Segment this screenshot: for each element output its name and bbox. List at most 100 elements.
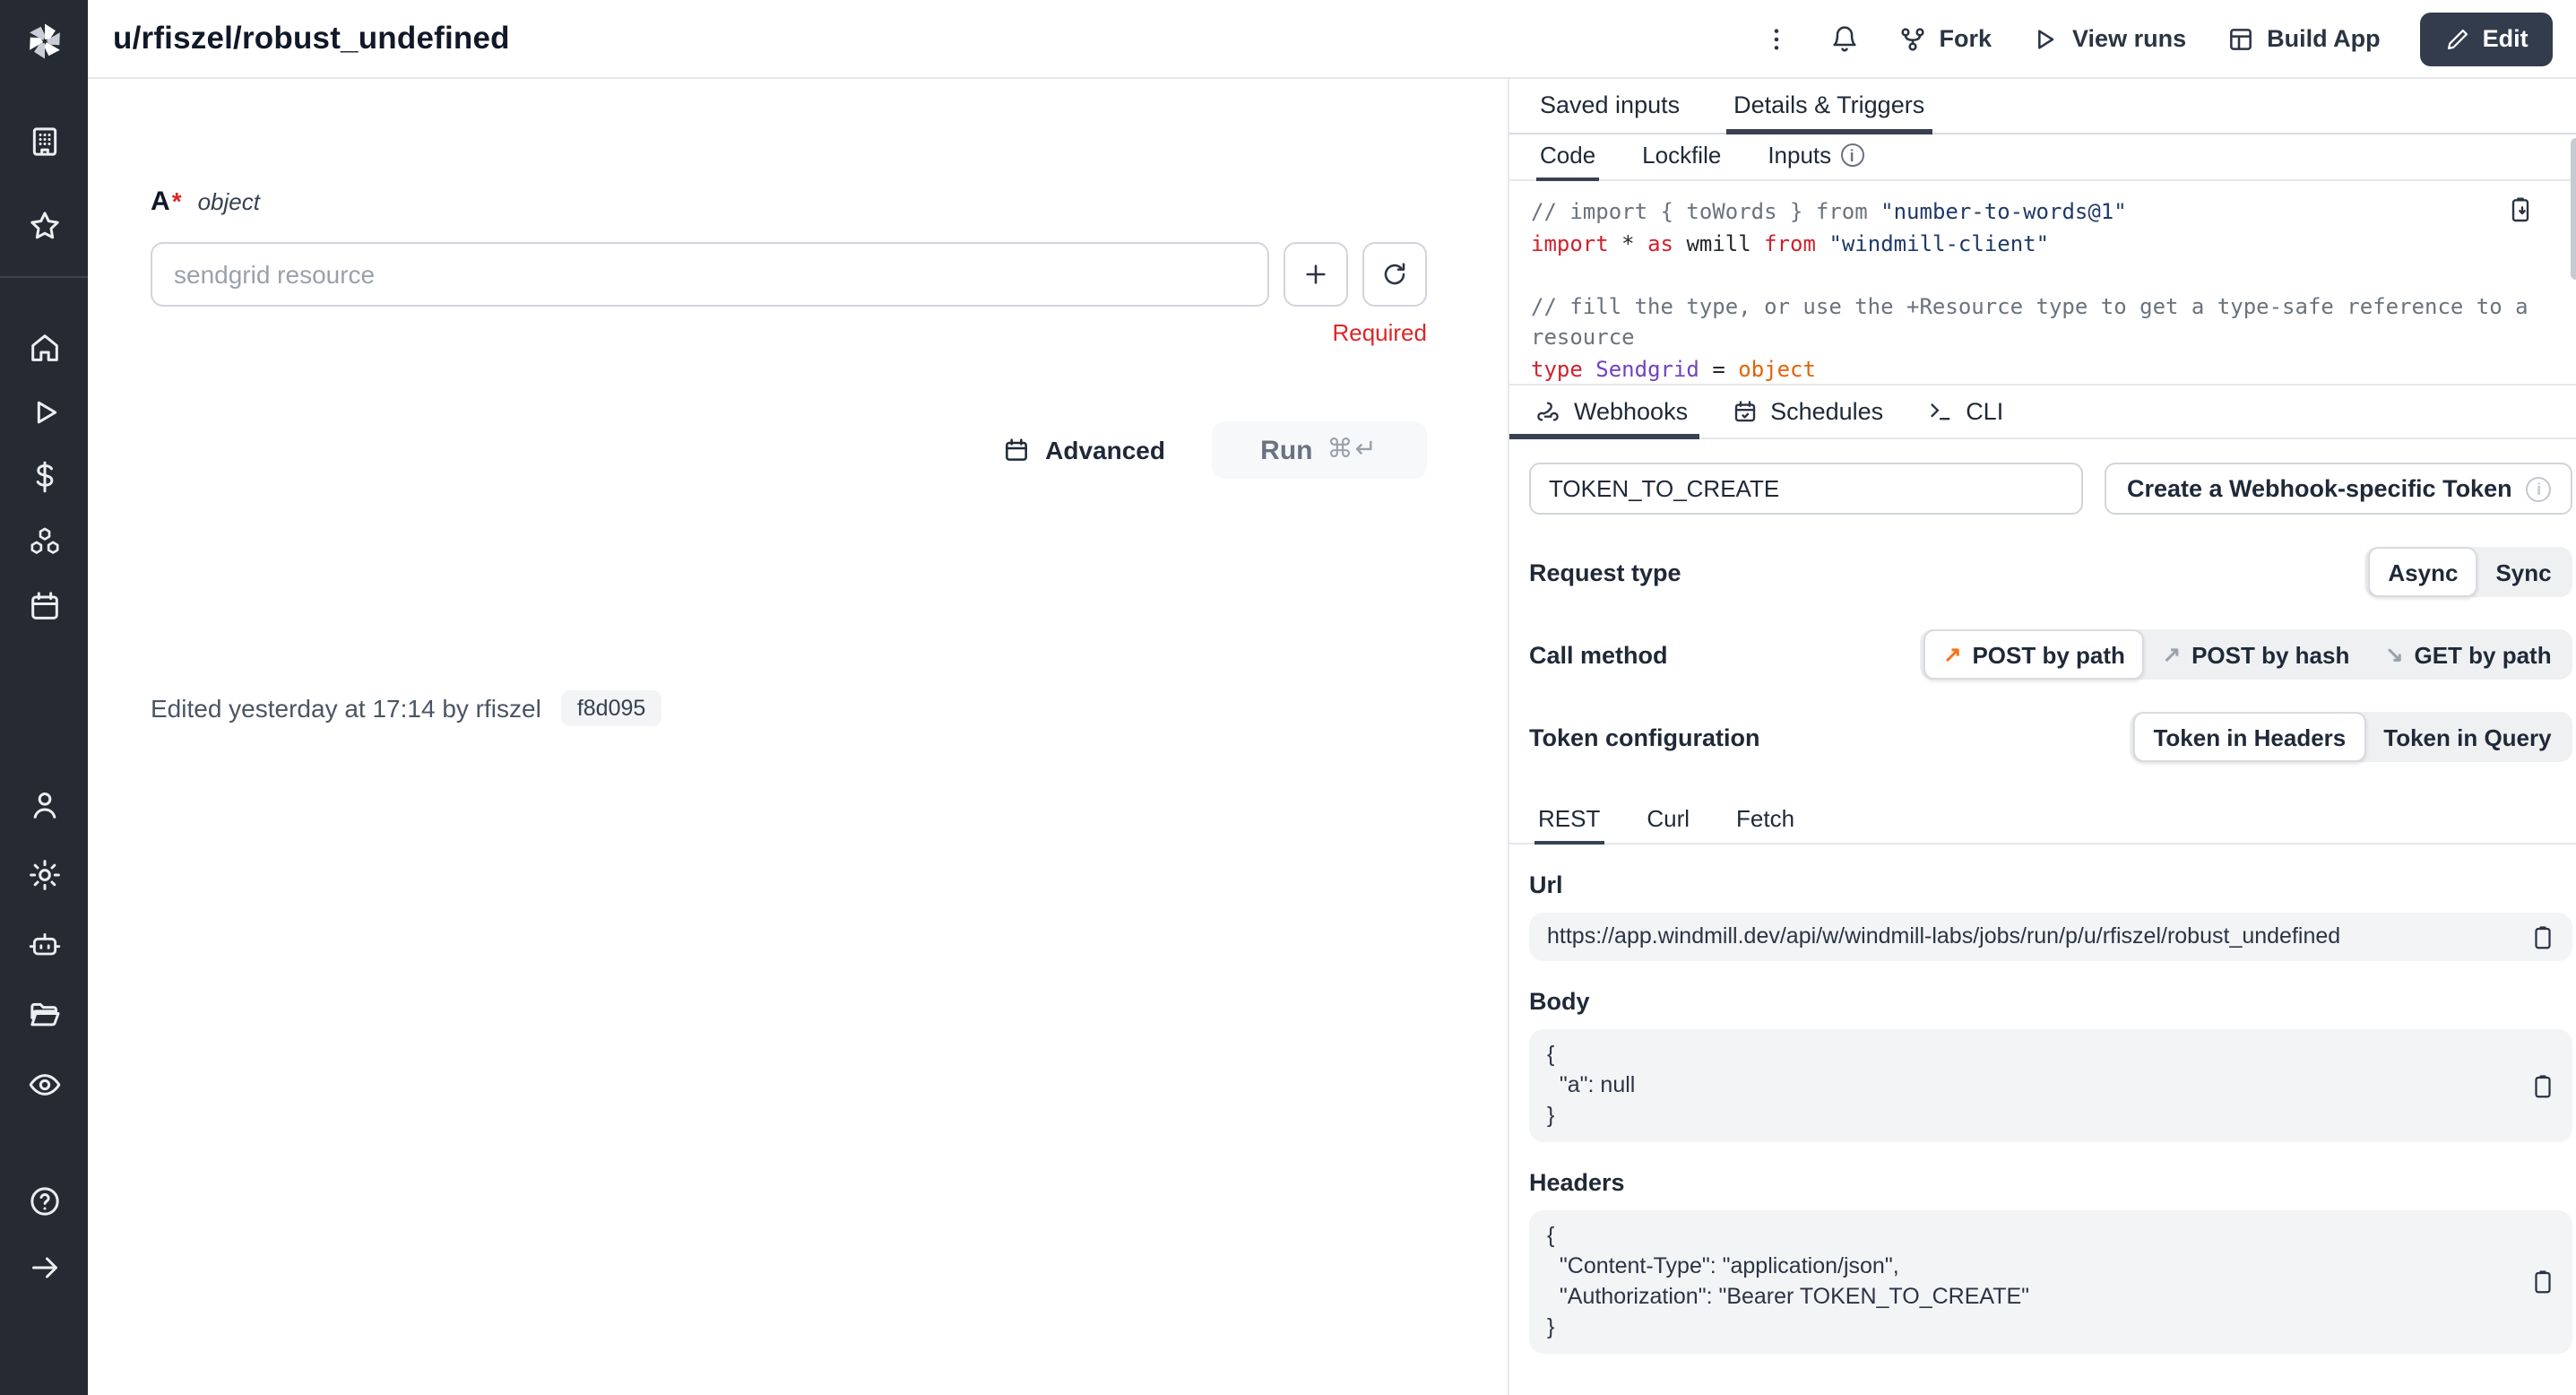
info-icon: i: [1840, 143, 1863, 167]
post-by-hash-label: POST by hash: [2191, 641, 2349, 668]
option-get-by-path[interactable]: ↘ GET by path: [2367, 633, 2569, 676]
favorites-star-icon[interactable]: [13, 199, 74, 253]
fork-button[interactable]: Fork: [1898, 24, 1993, 53]
webhook-icon: [1534, 398, 1561, 425]
reset-button[interactable]: [1362, 242, 1427, 307]
panel-scrollbar[interactable]: [2572, 138, 2576, 280]
build-app-label: Build App: [2267, 25, 2381, 52]
audit-eye-icon[interactable]: [13, 1058, 74, 1112]
snippet-tabbar: REST Curl Fetch: [1509, 791, 2576, 845]
run-button[interactable]: Run ⌘↵: [1212, 421, 1427, 479]
resources-cubes-icon[interactable]: [13, 515, 74, 568]
user-icon[interactable]: [13, 778, 74, 832]
tab-webhooks[interactable]: Webhooks: [1534, 398, 1688, 438]
edit-label: Edit: [2483, 25, 2528, 52]
required-asterisk: *: [172, 186, 182, 215]
arrow-up-right-icon: ↗: [2163, 642, 2181, 667]
code-content: // import { toWords } from "number-to-wo…: [1531, 197, 2528, 386]
tab-fetch[interactable]: Fetch: [1736, 805, 1794, 843]
edited-meta: Edited yesterday at 17:14 by rfiszel: [151, 694, 541, 723]
advanced-label: Advanced: [1045, 436, 1165, 464]
home-icon[interactable]: [13, 321, 74, 375]
field-type: object: [198, 188, 260, 215]
build-app-button[interactable]: Build App: [2226, 24, 2381, 53]
copy-body-icon[interactable]: [2530, 1072, 2557, 1099]
advanced-button[interactable]: Advanced: [1002, 436, 1165, 464]
required-hint: Required: [151, 319, 1427, 346]
plus-icon: [1301, 260, 1330, 289]
topbar: u/rfiszel/robust_undefined Fork View run…: [88, 0, 2576, 79]
copy-headers-icon[interactable]: [2530, 1269, 2557, 1295]
url-label: Url: [1529, 871, 2573, 898]
body-label: Body: [1529, 988, 2573, 1015]
version-hash-badge[interactable]: f8d095: [561, 690, 661, 726]
call-method-label: Call method: [1529, 641, 1668, 668]
option-sync[interactable]: Sync: [2477, 550, 2569, 594]
view-runs-label: View runs: [2072, 25, 2186, 52]
headers-label: Headers: [1529, 1169, 2573, 1196]
pencil-icon: [2445, 26, 2470, 51]
tab-details-triggers[interactable]: Details & Triggers: [1733, 91, 1924, 133]
body-box: { "a": null }: [1529, 1029, 2573, 1142]
calendar-icon: [1002, 436, 1031, 464]
tab-lockfile[interactable]: Lockfile: [1642, 142, 1721, 179]
option-post-by-path[interactable]: ↗ POST by path: [1923, 629, 2145, 680]
body-value: { "a": null }: [1547, 1040, 1635, 1131]
option-post-by-hash[interactable]: ↗ POST by hash: [2145, 633, 2367, 676]
fork-label: Fork: [1940, 25, 1993, 52]
fork-icon: [1898, 24, 1927, 53]
tab-rest[interactable]: REST: [1538, 805, 1600, 843]
help-icon[interactable]: [13, 1174, 74, 1228]
view-runs-button[interactable]: View runs: [2031, 24, 2186, 53]
schedules-calendar-icon[interactable]: [13, 579, 74, 633]
token-input[interactable]: [1529, 463, 2084, 515]
tab-code[interactable]: Code: [1540, 142, 1595, 179]
tab-schedules-label: Schedules: [1770, 398, 1883, 425]
option-token-in-query[interactable]: Token in Query: [2365, 715, 2569, 758]
option-token-in-headers[interactable]: Token in Headers: [2133, 712, 2365, 762]
expand-arrow-icon[interactable]: [13, 1241, 74, 1295]
tab-cli[interactable]: CLI: [1926, 398, 2003, 438]
windmill-logo-icon[interactable]: [20, 16, 68, 65]
token-configuration-toggle: Token in Headers Token in Query: [2130, 712, 2572, 762]
app-grid-icon: [2226, 24, 2254, 53]
workspace-icon[interactable]: [13, 115, 74, 169]
code-viewer[interactable]: // import { toWords } from "number-to-wo…: [1509, 181, 2576, 384]
add-property-button[interactable]: [1284, 242, 1348, 307]
workers-robot-icon[interactable]: [13, 918, 74, 972]
sidebar: [0, 0, 88, 1395]
folders-icon[interactable]: [13, 988, 74, 1042]
more-menu-button[interactable]: [1762, 24, 1791, 53]
request-type-label: Request type: [1529, 559, 1681, 585]
runs-play-icon[interactable]: [13, 386, 74, 439]
refresh-icon: [1380, 260, 1409, 289]
create-webhook-token-button[interactable]: Create a Webhook-specific Token i: [2105, 463, 2573, 515]
calendar-check-icon: [1731, 398, 1758, 425]
variables-dollar-icon[interactable]: [13, 450, 74, 504]
tab-saved-inputs[interactable]: Saved inputs: [1540, 91, 1680, 133]
get-by-path-label: GET by path: [2414, 641, 2551, 668]
panel-tabbar: Saved inputs Details & Triggers: [1509, 79, 2576, 134]
page-title: u/rfiszel/robust_undefined: [113, 20, 510, 57]
windmill-app: u/rfiszel/robust_undefined Fork View run…: [0, 0, 2576, 1395]
tab-webhooks-label: Webhooks: [1574, 398, 1688, 425]
terminal-icon: [1926, 398, 1953, 425]
option-async[interactable]: Async: [2368, 547, 2477, 597]
code-tabbar: Code Lockfile Inputs i: [1509, 134, 2576, 181]
tab-inputs[interactable]: Inputs i: [1768, 142, 1863, 179]
run-form-area: A* object Required: [88, 79, 1509, 1395]
token-configuration-label: Token configuration: [1529, 723, 1760, 750]
url-box: https://app.windmill.dev/api/w/windmill-…: [1529, 913, 2573, 961]
bell-icon: [1830, 24, 1859, 53]
headers-box: { "Content-Type": "application/json", "A…: [1529, 1210, 2573, 1354]
tab-curl[interactable]: Curl: [1647, 805, 1690, 843]
edit-button[interactable]: Edit: [2420, 12, 2554, 65]
tab-schedules[interactable]: Schedules: [1731, 398, 1883, 438]
copy-url-icon[interactable]: [2530, 923, 2557, 950]
settings-gear-icon[interactable]: [13, 848, 74, 902]
headers-value: { "Content-Type": "application/json", "A…: [1547, 1221, 2029, 1343]
call-method-toggle: ↗ POST by path ↗ POST by hash ↘ GET by p…: [1920, 629, 2572, 680]
object-input[interactable]: [151, 242, 1269, 307]
copy-code-icon[interactable]: [2507, 195, 2536, 224]
notifications-button[interactable]: [1830, 24, 1859, 53]
